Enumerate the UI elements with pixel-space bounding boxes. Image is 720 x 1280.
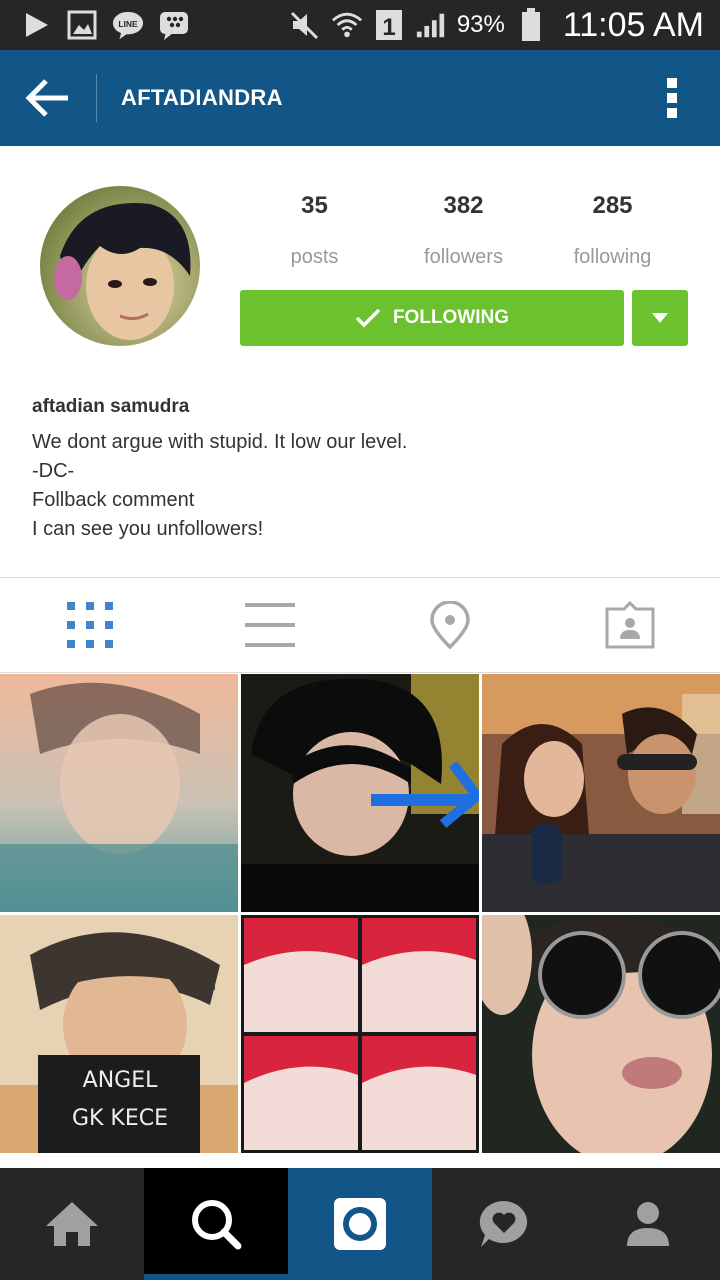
image-icon	[66, 9, 98, 41]
nav-home[interactable]	[0, 1168, 144, 1280]
photo-thumbnail[interactable]	[482, 674, 720, 912]
header-divider	[96, 74, 97, 122]
line-icon: LINE	[112, 9, 144, 41]
svg-text:GK KECE: GK KECE	[72, 1106, 168, 1131]
tab-grid[interactable]	[0, 578, 180, 672]
search-icon	[192, 1200, 242, 1250]
bio-line: -DC-	[32, 460, 75, 482]
bio: aftadian samudra We dont argue with stup…	[32, 396, 688, 544]
full-name: aftadian samudra	[32, 396, 190, 417]
camera-icon	[334, 1198, 386, 1250]
instagram-profile-screen: LINE 1 93% 11:05 AM AFTADIANDRA 35 posts…	[0, 0, 720, 1280]
checkmark-icon	[355, 308, 381, 328]
nav-search[interactable]	[144, 1168, 288, 1280]
page-title: AFTADIANDRA	[121, 85, 283, 110]
bio-line: Follback comment	[32, 489, 195, 511]
suggestions-dropdown-button[interactable]	[632, 290, 688, 346]
posts-stat[interactable]: 35 posts	[240, 186, 389, 269]
mute-icon	[289, 9, 321, 41]
following-label: following	[573, 246, 652, 268]
photo-thumbnail[interactable]	[241, 915, 479, 1153]
profile-view-tabs	[0, 577, 720, 673]
battery-percent: 93%	[456, 11, 505, 38]
more-vert-icon	[667, 78, 677, 118]
battery-icon	[515, 8, 547, 41]
bio-line: I can see you unfollowers!	[32, 518, 264, 540]
photo-thumbnail[interactable]	[0, 674, 238, 912]
clock: 11:05 AM	[562, 5, 704, 44]
nav-camera[interactable]	[288, 1168, 432, 1280]
followers-count: 382	[443, 192, 484, 219]
sim-slot-icon: 1	[373, 9, 405, 41]
posts-count: 35	[301, 192, 328, 219]
photo-thumbnail[interactable]: ANGEL GK KECE	[0, 915, 238, 1153]
tab-list[interactable]	[180, 578, 360, 672]
following-stat[interactable]: 285 following	[538, 186, 687, 269]
home-icon	[46, 1202, 98, 1246]
followers-label: followers	[424, 246, 503, 268]
tagged-photos-icon	[605, 601, 655, 649]
photo-thumbnail[interactable]	[482, 915, 720, 1153]
avatar[interactable]	[40, 186, 200, 346]
status-bar: LINE 1 93% 11:05 AM	[0, 0, 720, 50]
activity-icon	[479, 1200, 528, 1247]
photo-grid: ANGEL GK KECE	[0, 674, 720, 1174]
tab-places[interactable]	[360, 578, 540, 672]
profile-icon	[627, 1202, 669, 1246]
back-button[interactable]	[0, 50, 96, 146]
nav-profile[interactable]	[576, 1168, 720, 1280]
back-arrow-icon	[25, 79, 68, 117]
sim-slot-label: 1	[382, 14, 395, 41]
svg-text:LINE: LINE	[118, 19, 138, 29]
following-count: 285	[592, 192, 633, 219]
profile-stats: 35 posts 382 followers 285 following	[240, 186, 688, 269]
caret-down-icon	[652, 313, 668, 323]
app-header: AFTADIANDRA	[0, 50, 720, 146]
wifi-icon	[331, 9, 363, 41]
bbm-icon	[158, 9, 190, 41]
bottom-navigation	[0, 1168, 720, 1280]
tab-tagged[interactable]	[540, 578, 720, 672]
following-button-label: FOLLOWING	[392, 307, 510, 328]
grid-view-icon	[67, 602, 113, 648]
posts-label: posts	[290, 246, 339, 268]
location-pin-icon	[430, 601, 470, 649]
photo-thumbnail[interactable]	[241, 674, 479, 912]
list-view-icon	[245, 603, 295, 647]
nav-activity[interactable]	[432, 1168, 576, 1280]
more-options-button[interactable]	[648, 74, 696, 122]
play-icon	[20, 9, 52, 41]
signal-icon	[415, 9, 447, 41]
following-button[interactable]: FOLLOWING	[240, 290, 624, 346]
followers-stat[interactable]: 382 followers	[389, 186, 538, 269]
bio-line: We dont argue with stupid. It low our le…	[32, 431, 408, 453]
svg-text:ANGEL: ANGEL	[83, 1068, 158, 1093]
